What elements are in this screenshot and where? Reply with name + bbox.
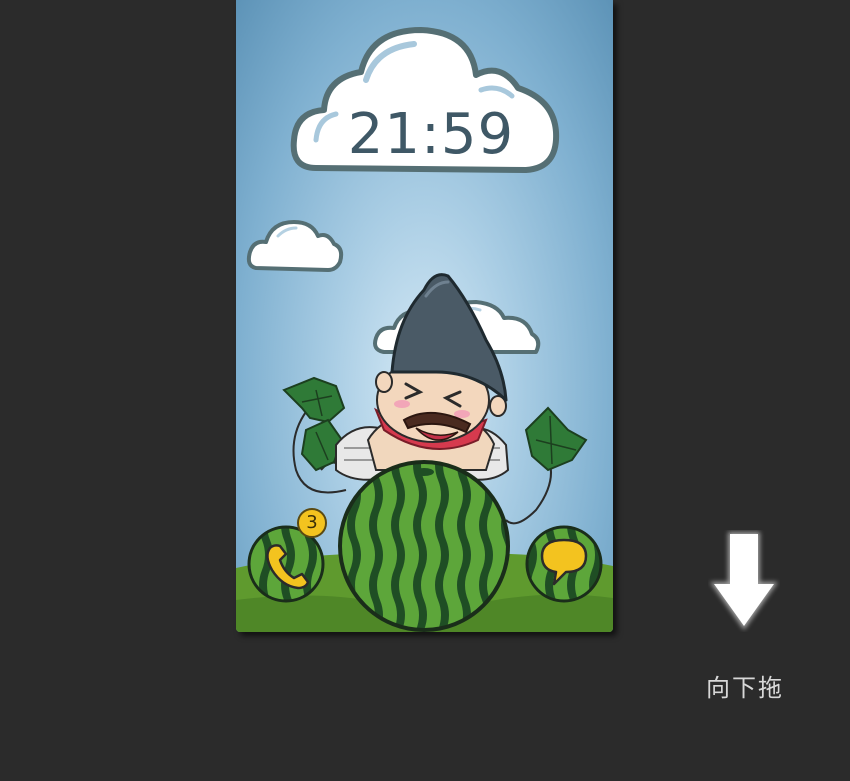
phone-shortcut-button[interactable] <box>249 527 323 601</box>
arrow-down-icon <box>710 532 778 630</box>
clock-time: 21:59 <box>347 102 515 167</box>
missed-call-badge: 3 <box>297 508 327 538</box>
unlock-watermelon-button[interactable] <box>340 462 508 630</box>
message-shortcut-button[interactable] <box>527 527 601 601</box>
lockscreen: 21:59 <box>236 0 613 632</box>
drag-hint-label: 向下拖 <box>706 674 784 702</box>
small-cloud-left <box>246 220 344 272</box>
